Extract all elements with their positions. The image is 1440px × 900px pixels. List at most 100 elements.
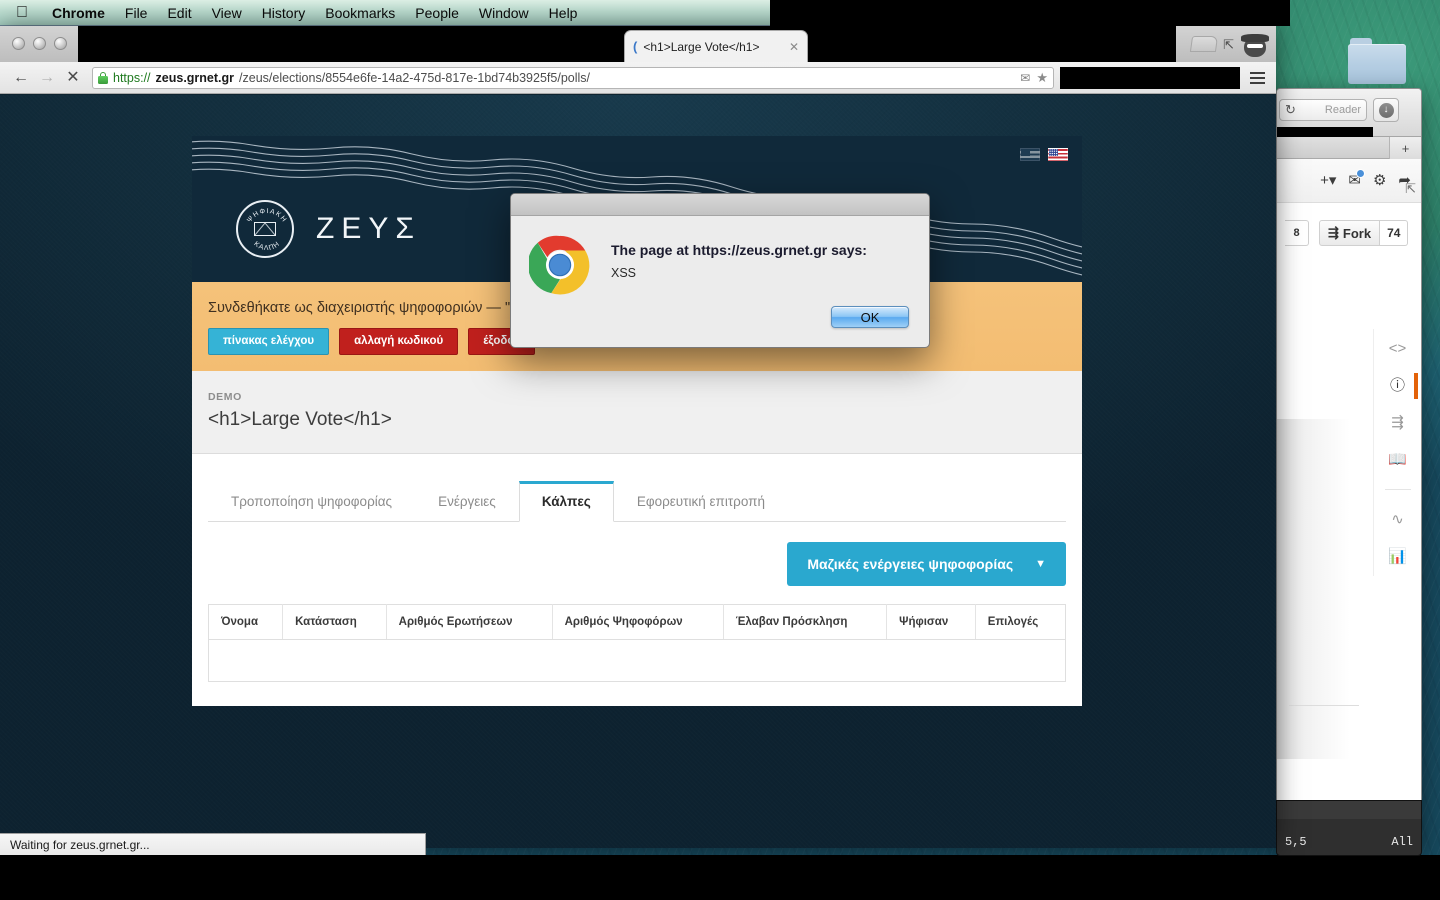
minimize-window-button[interactable]	[33, 37, 46, 50]
election-tabs: Τροποποίηση ψηφοφορίας Ενέργειες Κάλπες …	[208, 480, 1066, 522]
dialog-footer: OK	[511, 296, 929, 328]
github-divider	[1289, 705, 1359, 706]
tabs-container: Τροποποίηση ψηφοφορίας Ενέργειες Κάλπες …	[192, 453, 1082, 522]
menubar-redacted-area	[770, 0, 1290, 26]
menu-item-history[interactable]: History	[252, 5, 316, 21]
status-text: Waiting for zeus.grnet.gr...	[10, 837, 150, 852]
chrome-logo-icon	[527, 234, 591, 296]
stop-x-icon[interactable]: ✕	[60, 69, 86, 86]
menu-item-help[interactable]: Help	[539, 5, 588, 21]
background-browser-window[interactable]: ↻ Reader ↓ ⇱ + +▾ ✉ ⚙ ➦ 8 ⇶ Fork 74 <> ⓘ…	[1276, 88, 1422, 848]
close-window-button[interactable]	[12, 37, 25, 50]
us-flag-icon[interactable]	[1048, 148, 1068, 161]
dialog-message: XSS	[611, 266, 637, 280]
menu-item-chrome[interactable]: Chrome	[42, 5, 115, 21]
address-bar[interactable]: https:// zeus.grnet.gr/zeus/elections/855…	[92, 66, 1054, 89]
spy-hat	[1241, 34, 1269, 42]
column-options[interactable]: Επιλογές	[975, 604, 1066, 640]
hamburger-menu-icon[interactable]	[1246, 71, 1268, 84]
gear-icon[interactable]: ⚙	[1373, 173, 1386, 188]
lock-icon	[98, 71, 108, 84]
bulk-actions-label: Μαζικές ενέργειες ψηφοφορίας	[807, 555, 1014, 572]
background-tabstrip: +	[1277, 137, 1421, 159]
bulk-actions-button[interactable]: Μαζικές ενέργειες ψηφοφορίας ▼	[787, 541, 1066, 586]
language-switcher[interactable]	[1020, 148, 1068, 161]
dialog-body: The page at https://zeus.grnet.gr says: …	[511, 216, 929, 296]
column-invited[interactable]: Έλαβαν Πρόσκληση	[723, 604, 888, 640]
omnibox-icons: ✉ ★	[1012, 70, 1048, 86]
window-controls[interactable]	[12, 37, 67, 50]
pull-requests-icon[interactable]: ⇶	[1391, 415, 1404, 430]
pulse-icon[interactable]: ∿	[1391, 512, 1404, 527]
url-path: /zeus/elections/8554e6fe-14a2-475d-817e-…	[239, 70, 590, 85]
code-icon[interactable]: <>	[1389, 341, 1407, 356]
envelope-icon	[254, 222, 276, 236]
graphs-icon[interactable]: 📊	[1388, 549, 1407, 564]
dashboard-button[interactable]: πίνακας ελέγχου	[208, 328, 330, 355]
change-password-button[interactable]: αλλαγή κωδικού	[339, 328, 459, 355]
background-address-bar[interactable]: ↻ Reader	[1279, 99, 1367, 121]
menu-item-edit[interactable]: Edit	[157, 5, 201, 21]
star-icon[interactable]: ★	[1036, 70, 1048, 86]
back-arrow-icon[interactable]: ←	[8, 69, 34, 86]
watch-count: 8	[1285, 220, 1309, 246]
fork-count: 74	[1380, 220, 1409, 246]
column-status[interactable]: Κατάσταση	[282, 604, 387, 640]
zoom-window-button[interactable]	[54, 37, 67, 50]
wiki-book-icon[interactable]: 📖	[1388, 452, 1407, 467]
new-tab-icon[interactable]	[1189, 36, 1219, 52]
tab-edit-election[interactable]: Τροποποίηση ψηφοφορίας	[208, 481, 415, 522]
fork-button[interactable]: ⇶ Fork	[1319, 220, 1381, 246]
menu-item-window[interactable]: Window	[469, 5, 539, 21]
polls-table: Όνομα Κατάσταση Αριθμός Ερωτήσεων Αριθμό…	[208, 603, 1066, 682]
menu-item-people[interactable]: People	[405, 5, 469, 21]
table-header-row: Όνομα Κατάσταση Αριθμός Ερωτήσεων Αριθμό…	[208, 604, 1066, 640]
sign-out-icon[interactable]: ➦	[1398, 173, 1411, 188]
column-voted[interactable]: Ψήφισαν	[886, 604, 976, 640]
tab-actions[interactable]: Ενέργειες	[415, 481, 519, 522]
download-button[interactable]: ↓	[1373, 98, 1399, 122]
chrome-browser-window: ( <h1>Large Vote</h1> ✕ ⇱ ← → ✕ https://…	[0, 26, 1276, 848]
incognito-spy-icon[interactable]	[1240, 31, 1270, 57]
column-name[interactable]: Όνομα	[208, 604, 284, 640]
add-dropdown-icon[interactable]: +▾	[1320, 173, 1336, 188]
envelope-icon[interactable]: ✉	[1020, 71, 1030, 85]
sidebar-divider	[1384, 489, 1411, 490]
mac-menubar:  Chrome File Edit View History Bookmark…	[0, 0, 770, 26]
background-window-toolbar: ↻ Reader ↓ ⇱	[1277, 89, 1421, 196]
cursor-position: 5,5	[1285, 835, 1307, 849]
reader-button[interactable]: Reader	[1325, 104, 1361, 116]
column-question-count[interactable]: Αριθμός Ερωτήσεων	[386, 604, 553, 640]
forward-arrow-icon[interactable]: →	[34, 69, 60, 86]
terminal-line	[1277, 801, 1421, 819]
terminal-window[interactable]: 5,5 All	[1276, 800, 1422, 856]
chevron-down-icon: ▼	[1035, 557, 1046, 570]
polls-table-body	[209, 639, 1066, 681]
greek-flag-icon[interactable]	[1020, 148, 1040, 161]
menu-item-bookmarks[interactable]: Bookmarks	[315, 5, 405, 21]
tabstrip-right-controls: ⇱	[1176, 26, 1276, 62]
browser-tab[interactable]: ( <h1>Large Vote</h1> ✕	[624, 30, 808, 62]
javascript-alert-dialog[interactable]: The page at https://zeus.grnet.gr says: …	[510, 193, 930, 348]
dialog-ok-button[interactable]: OK	[831, 306, 909, 328]
close-icon[interactable]: ✕	[789, 40, 799, 54]
menu-item-view[interactable]: View	[202, 5, 252, 21]
tab-committee[interactable]: Εφορευτική επιτροπή	[614, 481, 788, 522]
inbox-notification-icon[interactable]: ✉	[1348, 169, 1365, 188]
tab-polls[interactable]: Κάλπες	[518, 480, 614, 522]
zeus-seal-icon: ΨΗΦΙΑΚΗ ΚΑΛΠΗ	[236, 200, 294, 258]
actions-row: Μαζικές ενέργειες ψηφοφορίας ▼	[192, 522, 1082, 586]
issues-icon[interactable]: ⓘ	[1390, 373, 1419, 399]
fullscreen-arrows-icon[interactable]: ⇱	[1223, 38, 1234, 51]
dialog-heading: The page at https://zeus.grnet.gr says:	[611, 242, 867, 258]
column-voter-count[interactable]: Αριθμός Ψηφοφόρων	[552, 604, 724, 640]
desktop-folder-icon[interactable]	[1348, 38, 1406, 84]
spy-glasses	[1247, 44, 1263, 48]
menu-item-file[interactable]: File	[115, 5, 158, 21]
zeus-brand: ΨΗΦΙΑΚΗ ΚΑΛΠΗ ΖΕΥΣ	[236, 200, 421, 258]
background-new-tab-button[interactable]: +	[1389, 137, 1421, 159]
chrome-tabstrip: ( <h1>Large Vote</h1> ✕ ⇱	[0, 26, 1276, 62]
reload-icon[interactable]: ↻	[1285, 102, 1296, 118]
fork-label: Fork	[1342, 225, 1372, 241]
apple-icon[interactable]: 	[16, 4, 28, 21]
